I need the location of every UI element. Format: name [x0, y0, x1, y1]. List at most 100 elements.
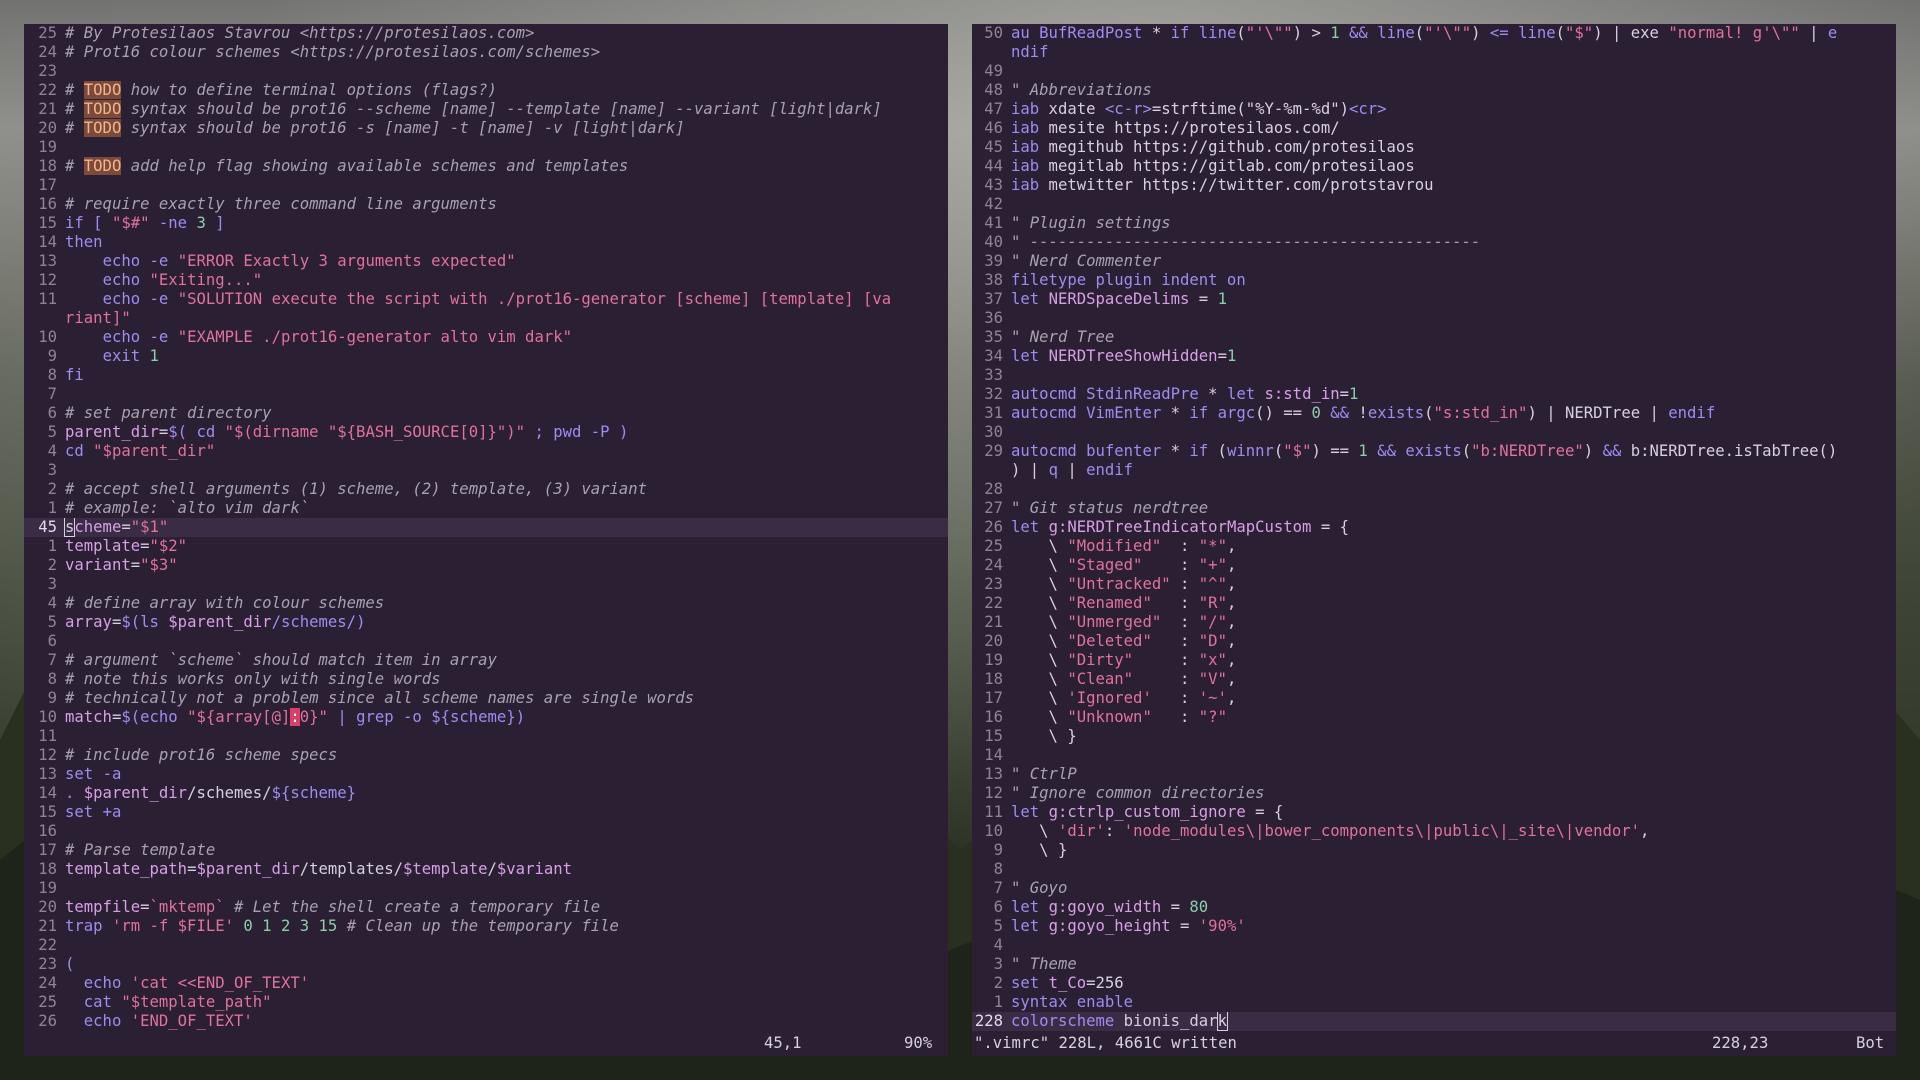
- code-line[interactable]: 2 # accept shell arguments (1) scheme, (2…: [24, 480, 948, 499]
- code-line[interactable]: 21 \ "Unmerged" : "/",: [972, 613, 1896, 632]
- code-line[interactable]: 15 set +a: [24, 803, 948, 822]
- code-line[interactable]: 25 \ "Modified" : "*",: [972, 537, 1896, 556]
- code-line[interactable]: 10 match=$(echo "${array[@]:0}" | grep -o…: [24, 708, 948, 727]
- code-line[interactable]: 11: [24, 727, 948, 746]
- code-line[interactable]: 4: [972, 936, 1896, 955]
- code-line[interactable]: 15 if [ "$#" -ne 3 ]: [24, 214, 948, 233]
- code-line[interactable]: 6 let g:goyo_width = 80: [972, 898, 1896, 917]
- code-line[interactable]: 9 \ }: [972, 841, 1896, 860]
- code-line[interactable]: 8 # note this works only with single word…: [24, 670, 948, 689]
- code-line[interactable]: 48 " Abbreviations: [972, 81, 1896, 100]
- code-line[interactable]: 7: [24, 385, 948, 404]
- code-line[interactable]: 29 autocmd bufenter * if (winnr("$") == 1…: [972, 442, 1896, 461]
- code-line[interactable]: 14 then: [24, 233, 948, 252]
- code-line[interactable]: 32 autocmd StdinReadPre * let s:std_in=1: [972, 385, 1896, 404]
- code-line[interactable]: 14: [972, 746, 1896, 765]
- code-line[interactable]: 39 " Nerd Commenter: [972, 252, 1896, 271]
- code-line[interactable]: 22: [24, 936, 948, 955]
- code-line[interactable]: 13 set -a: [24, 765, 948, 784]
- code-line[interactable]: 16: [24, 822, 948, 841]
- code-line[interactable]: 2 variant="$3": [24, 556, 948, 575]
- code-line[interactable]: 11 let g:ctrlp_custom_ignore = {: [972, 803, 1896, 822]
- code-line[interactable]: riant]": [24, 309, 948, 328]
- code-line[interactable]: 4 # define array with colour schemes: [24, 594, 948, 613]
- code-line[interactable]: 12 echo "Exiting...": [24, 271, 948, 290]
- code-lines[interactable]: 50 au BufReadPost * if line("'\"") > 1 &&…: [972, 24, 1896, 1031]
- code-line[interactable]: 31 autocmd VimEnter * if argc() == 0 && !…: [972, 404, 1896, 423]
- code-line[interactable]: 37 let NERDSpaceDelims = 1: [972, 290, 1896, 309]
- code-line[interactable]: 30: [972, 423, 1896, 442]
- code-line[interactable]: ndif: [972, 43, 1896, 62]
- code-line[interactable]: 2 set t_Co=256: [972, 974, 1896, 993]
- code-line[interactable]: 26 let g:NERDTreeIndicatorMapCustom = {: [972, 518, 1896, 537]
- code-line[interactable]: 38 filetype plugin indent on: [972, 271, 1896, 290]
- code-line[interactable]: 44 iab megitlab https://gitlab.com/protes…: [972, 157, 1896, 176]
- code-line[interactable]: 22 # TODO how to define terminal options …: [24, 81, 948, 100]
- code-line[interactable]: 23 (: [24, 955, 948, 974]
- code-line[interactable]: 13 echo -e "ERROR Exactly 3 arguments ex…: [24, 252, 948, 271]
- code-line[interactable]: 45 iab megithub https://github.com/protes…: [972, 138, 1896, 157]
- code-line[interactable]: 20 # TODO syntax should be prot16 -s [nam…: [24, 119, 948, 138]
- editor-pane-left[interactable]: 25 # By Protesilaos Stavrou <https://prot…: [24, 24, 948, 1056]
- code-line[interactable]: 46 iab mesite https://protesilaos.com/: [972, 119, 1896, 138]
- code-line[interactable]: 6: [24, 632, 948, 651]
- code-line[interactable]: 28: [972, 480, 1896, 499]
- code-line[interactable]: 5 parent_dir=$( cd "$(dirname "${BASH_SOU…: [24, 423, 948, 442]
- code-line[interactable]: 34 let NERDTreeShowHidden=1: [972, 347, 1896, 366]
- code-line[interactable]: 3 " Theme: [972, 955, 1896, 974]
- code-line[interactable]: 11 echo -e "SOLUTION execute the script …: [24, 290, 948, 309]
- code-line[interactable]: 50 au BufReadPost * if line("'\"") > 1 &&…: [972, 24, 1896, 43]
- code-line[interactable]: 22 \ "Renamed" : "R",: [972, 594, 1896, 613]
- code-line[interactable]: 6 # set parent directory: [24, 404, 948, 423]
- code-line[interactable]: 3: [24, 575, 948, 594]
- code-line[interactable]: 10 \ 'dir': 'node_modules\|bower_compone…: [972, 822, 1896, 841]
- code-line[interactable]: 10 echo -e "EXAMPLE ./prot16-generator a…: [24, 328, 948, 347]
- code-line[interactable]: 49: [972, 62, 1896, 81]
- code-line[interactable]: 1 template="$2": [24, 537, 948, 556]
- code-line[interactable]: 3: [24, 461, 948, 480]
- code-line[interactable]: 5 let g:goyo_height = '90%': [972, 917, 1896, 936]
- code-line[interactable]: 41 " Plugin settings: [972, 214, 1896, 233]
- code-line[interactable]: 16 # require exactly three command line a…: [24, 195, 948, 214]
- code-line[interactable]: 20 tempfile=`mktemp` # Let the shell crea…: [24, 898, 948, 917]
- code-line[interactable]: 1 syntax enable: [972, 993, 1896, 1012]
- code-line[interactable]: 17: [24, 176, 948, 195]
- code-line[interactable]: 24 \ "Staged" : "+",: [972, 556, 1896, 575]
- code-line[interactable]: 21 # TODO syntax should be prot16 --schem…: [24, 100, 948, 119]
- code-line[interactable]: 43 iab metwitter https://twitter.com/prot…: [972, 176, 1896, 195]
- code-line[interactable]: 5 array=$(ls $parent_dir/schemes/): [24, 613, 948, 632]
- code-line[interactable]: 23: [24, 62, 948, 81]
- code-line[interactable]: 19: [24, 879, 948, 898]
- code-line[interactable]: 14. $parent_dir/schemes/${scheme}: [24, 784, 948, 803]
- code-line[interactable]: 20 \ "Deleted" : "D",: [972, 632, 1896, 651]
- code-line[interactable]: 36: [972, 309, 1896, 328]
- code-line[interactable]: 24 echo 'cat <<END_OF_TEXT': [24, 974, 948, 993]
- code-line[interactable]: ) | q | endif: [972, 461, 1896, 480]
- code-line[interactable]: 19: [24, 138, 948, 157]
- code-line[interactable]: 47 iab xdate <c-r>=strftime("%Y-%m-%d")<c…: [972, 100, 1896, 119]
- code-line[interactable]: 9 # technically not a problem since all s…: [24, 689, 948, 708]
- code-line[interactable]: 13 " CtrlP: [972, 765, 1896, 784]
- code-line[interactable]: 8: [972, 860, 1896, 879]
- code-line-current[interactable]: 45 scheme="$1": [24, 518, 948, 537]
- code-line[interactable]: 12 # include prot16 scheme specs: [24, 746, 948, 765]
- code-line[interactable]: 33: [972, 366, 1896, 385]
- code-line[interactable]: 1 # example: `alto vim dark`: [24, 499, 948, 518]
- code-line[interactable]: 19 \ "Dirty" : "x",: [972, 651, 1896, 670]
- code-line[interactable]: 15 \ }: [972, 727, 1896, 746]
- editor-pane-right[interactable]: 50 au BufReadPost * if line("'\"") > 1 &&…: [972, 24, 1896, 1056]
- code-line[interactable]: 7 " Goyo: [972, 879, 1896, 898]
- code-line[interactable]: 25 cat "$template_path": [24, 993, 948, 1012]
- code-line[interactable]: 21 trap 'rm -f $FILE' 0 1 2 3 15 # Clean …: [24, 917, 948, 936]
- code-line-current[interactable]: 228 colorscheme bionis_dark: [972, 1012, 1896, 1031]
- code-line[interactable]: 18 \ "Clean" : "V",: [972, 670, 1896, 689]
- code-line[interactable]: 26 echo 'END_OF_TEXT': [24, 1012, 948, 1031]
- code-line[interactable]: 18 # TODO add help flag showing available…: [24, 157, 948, 176]
- code-lines[interactable]: 25 # By Protesilaos Stavrou <https://prot…: [24, 24, 948, 1031]
- code-line[interactable]: 17 \ 'Ignored' : '~',: [972, 689, 1896, 708]
- code-line[interactable]: 16 \ "Unknown" : "?": [972, 708, 1896, 727]
- code-line[interactable]: 12 " Ignore common directories: [972, 784, 1896, 803]
- code-line[interactable]: 7 # argument `scheme` should match item i…: [24, 651, 948, 670]
- code-line[interactable]: 35 " Nerd Tree: [972, 328, 1896, 347]
- code-line[interactable]: 24 # Prot16 colour schemes <https://prote…: [24, 43, 948, 62]
